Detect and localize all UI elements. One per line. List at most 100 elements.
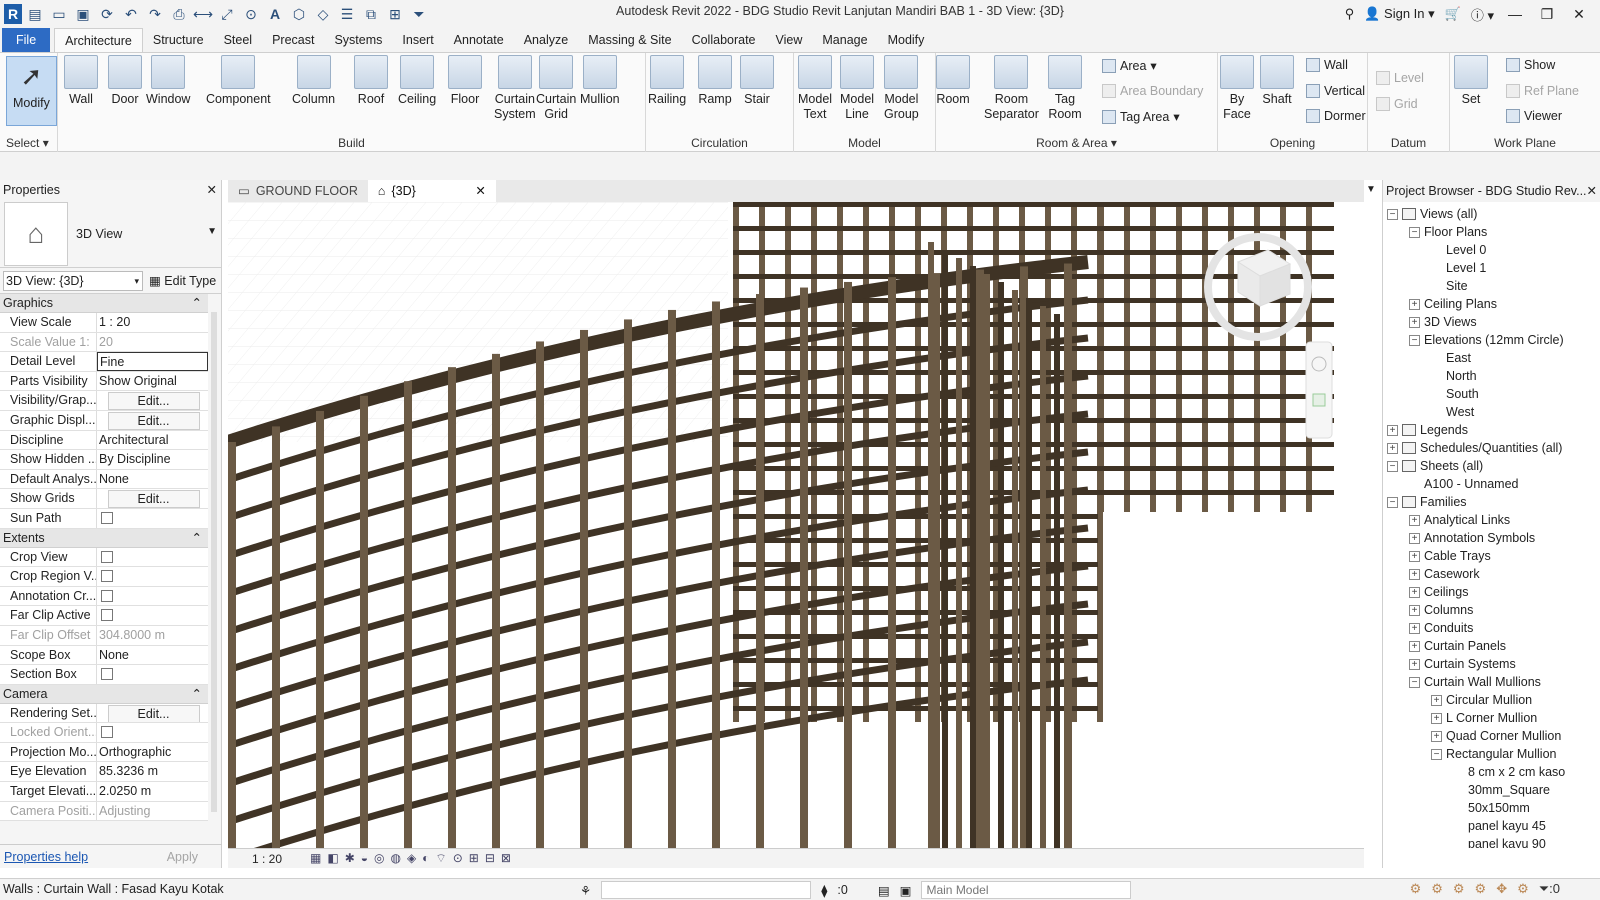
tree-node-rectangular-mullion[interactable]: − Rectangular Mullion bbox=[1431, 745, 1556, 763]
stair-button[interactable]: Stair bbox=[740, 55, 774, 107]
design-options-icon[interactable]: ▤ bbox=[878, 883, 890, 898]
expand-toggle-icon[interactable]: − bbox=[1387, 460, 1398, 472]
design-option-set-icon[interactable]: ▣ bbox=[900, 883, 912, 898]
floor-button[interactable]: Floor bbox=[448, 55, 482, 107]
expand-toggle-icon[interactable]: + bbox=[1387, 442, 1398, 454]
view-selector[interactable]: 3D View: {3D} ▾ bbox=[3, 270, 143, 291]
tree-node-views-all[interactable]: − Views (all) bbox=[1387, 205, 1477, 223]
tree-node-8-cm-x-2-cm-kaso[interactable]: 8 cm x 2 cm kaso bbox=[1453, 763, 1565, 781]
tree-node-30mm-square[interactable]: 30mm_Square bbox=[1453, 781, 1550, 799]
railing-button[interactable]: Railing bbox=[648, 55, 686, 107]
tree-node-50x150mm[interactable]: 50x150mm bbox=[1453, 799, 1530, 817]
view-tab-close-icon[interactable]: ✕ bbox=[475, 180, 485, 202]
tree-node-curtain-systems[interactable]: + Curtain Systems bbox=[1409, 655, 1516, 673]
tab-structure[interactable]: Structure bbox=[143, 28, 214, 52]
expand-toggle-icon[interactable]: + bbox=[1409, 568, 1420, 580]
property-value[interactable]: Edit... bbox=[97, 489, 208, 508]
curtain-system-button[interactable]: Curtain System bbox=[494, 55, 536, 122]
tree-node-north[interactable]: North bbox=[1431, 367, 1477, 385]
property-value[interactable]: 2.0250 m bbox=[97, 782, 208, 801]
panel-label-room-area[interactable]: Room & Area ▾ bbox=[936, 136, 1217, 150]
property-value[interactable]: Edit... bbox=[97, 704, 208, 723]
measure-icon[interactable]: ⟷ bbox=[192, 3, 214, 25]
help-icon[interactable]: ⓘ ▾ bbox=[1471, 5, 1494, 24]
roof-button[interactable]: Roof bbox=[354, 55, 388, 107]
property-value[interactable] bbox=[97, 509, 208, 528]
dormer-button[interactable]: Dormer bbox=[1306, 109, 1366, 123]
property-checkbox[interactable] bbox=[101, 550, 113, 563]
properties-close-icon[interactable]: ✕ bbox=[207, 180, 217, 200]
edit-type-button[interactable]: ▦ Edit Type bbox=[149, 273, 216, 288]
expand-toggle-icon[interactable]: + bbox=[1409, 622, 1420, 634]
tree-node-curtain-panels[interactable]: + Curtain Panels bbox=[1409, 637, 1506, 655]
expand-toggle-icon[interactable]: + bbox=[1409, 532, 1420, 544]
property-value[interactable]: Edit... bbox=[97, 391, 208, 410]
tree-node-3d-views[interactable]: +3D Views bbox=[1409, 313, 1477, 331]
tab-systems[interactable]: Systems bbox=[324, 28, 392, 52]
area-boundary-button[interactable]: Area Boundary bbox=[1102, 84, 1203, 98]
sync-icon[interactable]: ⟳ bbox=[96, 3, 118, 25]
property-checkbox[interactable] bbox=[101, 726, 113, 739]
property-value[interactable]: None bbox=[97, 470, 208, 489]
expand-toggle-icon[interactable]: − bbox=[1387, 496, 1398, 508]
room-button[interactable]: Room bbox=[936, 55, 970, 107]
expand-toggle-icon[interactable]: + bbox=[1431, 730, 1442, 742]
select-underlay-icon[interactable]: ⚙ bbox=[1431, 881, 1443, 897]
section-extents[interactable]: Extents ⌃ bbox=[0, 528, 208, 548]
tree-node-annotation-symbols[interactable]: + Annotation Symbols bbox=[1409, 529, 1535, 547]
expand-toggle-icon[interactable]: − bbox=[1409, 226, 1420, 238]
edit-button[interactable]: Edit... bbox=[107, 704, 200, 723]
thin-lines-icon[interactable]: ☰ bbox=[336, 3, 358, 25]
wall-opening-button[interactable]: Wall bbox=[1306, 58, 1348, 72]
editable-only-icon[interactable]: ⧫ bbox=[821, 883, 827, 898]
tag-room-button[interactable]: Tag Room bbox=[1048, 55, 1082, 122]
tree-node-a100-unnamed[interactable]: A100 - Unnamed bbox=[1409, 475, 1519, 493]
property-value[interactable]: Edit... bbox=[97, 411, 208, 430]
tree-node-cable-trays[interactable]: + Cable Trays bbox=[1409, 547, 1491, 565]
tree-node-site[interactable]: Site bbox=[1431, 277, 1468, 295]
tab-view[interactable]: View bbox=[766, 28, 813, 52]
cart-icon[interactable]: 🛒 bbox=[1445, 6, 1461, 22]
dimension-icon[interactable]: ⤢ bbox=[216, 3, 238, 25]
navigation-bar[interactable] bbox=[1305, 341, 1333, 439]
tree-node-quad-corner-mullion[interactable]: + Quad Corner Mullion bbox=[1431, 727, 1561, 745]
wall-button[interactable]: Wall bbox=[64, 55, 98, 107]
expand-toggle-icon[interactable]: − bbox=[1387, 208, 1398, 220]
select-links-icon[interactable]: ⚙ bbox=[1410, 881, 1422, 897]
edit-button[interactable]: Edit... bbox=[107, 490, 200, 508]
section-camera[interactable]: Camera ⌃ bbox=[0, 684, 208, 704]
drag-elements-icon[interactable]: ✥ bbox=[1496, 881, 1507, 897]
area-button[interactable]: Area ▾ bbox=[1102, 58, 1157, 73]
property-value[interactable]: Fine bbox=[97, 352, 208, 371]
tree-node-level-1[interactable]: Level 1 bbox=[1431, 259, 1486, 277]
switch-windows-icon[interactable]: ⊞ bbox=[384, 3, 406, 25]
view-tab-3d[interactable]: ⌂ {3D} ✕ bbox=[367, 180, 496, 202]
design-option-combo[interactable]: Main Model bbox=[921, 881, 1132, 899]
worksets-icon[interactable]: ⚘ bbox=[580, 883, 591, 898]
property-checkbox[interactable] bbox=[101, 570, 113, 583]
property-value[interactable]: 304.8000 m bbox=[97, 626, 208, 645]
tree-node-columns[interactable]: + Columns bbox=[1409, 601, 1473, 619]
tree-node-floor-plans[interactable]: − Floor Plans bbox=[1409, 223, 1487, 241]
property-value[interactable] bbox=[97, 548, 208, 567]
section-graphics[interactable]: Graphics ⌃ bbox=[0, 294, 208, 313]
panel-label-select[interactable]: Select ▾ bbox=[0, 136, 57, 150]
property-value[interactable] bbox=[97, 567, 208, 586]
expand-toggle-icon[interactable]: + bbox=[1409, 658, 1420, 670]
property-value[interactable]: Architectural bbox=[97, 431, 208, 450]
edit-button[interactable]: Edit... bbox=[107, 411, 200, 430]
expand-toggle-icon[interactable]: + bbox=[1409, 514, 1420, 526]
tab-manage[interactable]: Manage bbox=[812, 28, 877, 52]
property-value[interactable]: Orthographic bbox=[97, 743, 208, 762]
level-button[interactable]: Level bbox=[1376, 71, 1424, 85]
open-icon[interactable]: ▭ bbox=[48, 3, 70, 25]
tag-area-button[interactable]: Tag Area ▾ bbox=[1102, 109, 1180, 124]
tree-node-elevations-12mm-circle[interactable]: − Elevations (12mm Circle) bbox=[1409, 331, 1564, 349]
redo-icon[interactable]: ↷ bbox=[144, 3, 166, 25]
properties-scrollbar[interactable] bbox=[211, 312, 217, 812]
tree-node-conduits[interactable]: + Conduits bbox=[1409, 619, 1473, 637]
expand-toggle-icon[interactable]: − bbox=[1409, 676, 1420, 688]
door-button[interactable]: Door bbox=[108, 55, 142, 107]
tab-annotate[interactable]: Annotate bbox=[444, 28, 514, 52]
model-line-button[interactable]: Model Line bbox=[840, 55, 874, 122]
